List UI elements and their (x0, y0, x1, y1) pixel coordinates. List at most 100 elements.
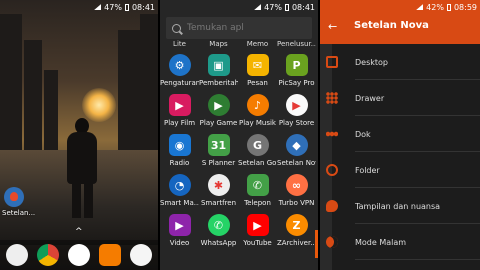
app-tile[interactable]: ▶ Play Film (160, 94, 199, 127)
partial-app-label[interactable]: Lite (160, 40, 199, 48)
app-label: Play Game (199, 119, 238, 127)
palette-icon (326, 200, 338, 212)
dock (0, 240, 158, 270)
app-label: Pengaturan (160, 79, 199, 87)
app-tile[interactable]: ♪ Play Musik (238, 94, 277, 127)
search-input[interactable]: Temukan apl (166, 17, 312, 39)
app-label: Smart Ma... (160, 199, 199, 207)
drawer-chevron-icon[interactable]: ^ (75, 227, 83, 237)
app-tile[interactable]: G Setelan Go... (238, 134, 277, 167)
app-tile[interactable]: P PicSay Pro (277, 54, 316, 87)
partial-app-label[interactable]: Penelusur... (277, 40, 316, 48)
settings-item[interactable]: Drawer (320, 80, 480, 116)
app-label: S Planner (201, 159, 236, 167)
app-label: Video (169, 239, 190, 247)
smart-manager-icon: ◔ (168, 174, 191, 196)
home-screen: 47% 08:41 Setelan... ^ (0, 0, 158, 270)
chrome-icon[interactable] (37, 244, 60, 266)
radio-icon: ◉ (168, 134, 191, 156)
app-label: Smartfren (200, 199, 237, 207)
settings-item[interactable]: Desktop (320, 44, 480, 80)
partial-app-label[interactable]: Maps (199, 40, 238, 48)
app-drawer: 47% 08:41 Temukan apl Lite Maps Memo Penelu… (160, 0, 318, 270)
zarchiver-icon: Z (285, 214, 308, 236)
search-placeholder: Temukan apl (187, 23, 244, 33)
settings-item-label: Dok (355, 129, 371, 139)
building (44, 70, 58, 155)
partial-app-label[interactable]: Memo (238, 40, 277, 48)
clock: 08:59 (453, 2, 477, 12)
battery-text: 42% (426, 2, 444, 12)
app-tile[interactable]: 31 S Planner (199, 134, 238, 167)
app-label: Pesan (247, 79, 268, 87)
app-label: Play Film (163, 119, 196, 127)
app-label: ZArchiver... (277, 239, 316, 247)
app-tile[interactable]: ◆ Setelan Nov... (277, 134, 316, 167)
app-tile[interactable]: ✆ Telepon (238, 174, 277, 207)
app-tile[interactable]: ✆ WhatsApp (199, 214, 238, 247)
signal-icon (416, 4, 424, 10)
app-label: Telepon (244, 199, 271, 207)
vpn-icon: ∞ (285, 174, 308, 196)
battery-icon (124, 3, 129, 11)
contacts-app-icon[interactable] (98, 244, 121, 266)
settings-item[interactable]: Mode Malam (320, 224, 480, 260)
play-film-icon: ▶ (168, 94, 191, 116)
app-tile[interactable]: ▶ Play Game (199, 94, 238, 127)
building (24, 40, 42, 160)
status-bar: 42% 08:59 (320, 0, 480, 14)
notification-icon: ▣ (207, 54, 230, 76)
play-game-icon: ▶ (207, 94, 230, 116)
app-label: Play Store (278, 119, 315, 127)
folder-icon (326, 164, 338, 176)
app-label: YouTube (243, 239, 272, 247)
app-tile[interactable]: ⚙ Pengaturan (160, 54, 199, 87)
youtube-icon: ▶ (246, 214, 269, 236)
play-store-dock-icon[interactable] (129, 244, 152, 266)
contacts-icon[interactable] (6, 244, 29, 266)
dock-icon (326, 128, 338, 140)
app-tile[interactable]: ∞ Turbo VPN (277, 174, 316, 207)
app-label: Radio (169, 159, 190, 167)
app-tile[interactable]: ✱ Smartfren (199, 174, 238, 207)
divider (355, 259, 480, 260)
app-grid: ⚙ Pengaturan ▣ Pemberitah S... ✉ Pesan P PicSay… (160, 54, 318, 247)
app-tile[interactable]: ▶ Play Store (277, 94, 316, 127)
building (0, 14, 22, 164)
app-tile[interactable]: Z ZArchiver... (277, 214, 316, 247)
google-settings-icon: G (246, 134, 269, 156)
play-music-icon: ♪ (246, 94, 269, 116)
app-label: Pemberitah S... (199, 79, 238, 87)
picsay-icon: P (285, 54, 308, 76)
app-label: Turbo VPN (278, 199, 315, 207)
settings-item[interactable]: Dok (320, 116, 480, 152)
signal-icon (94, 4, 102, 10)
nova-settings-shortcut[interactable]: Setelan... (2, 187, 35, 217)
app-label: Play Musik (239, 119, 276, 127)
video-icon: ▶ (168, 214, 191, 236)
settings-item[interactable]: Tampilan dan nuansa (320, 188, 480, 224)
app-label: Setelan Go... (238, 159, 277, 167)
scrollbar[interactable] (315, 230, 318, 258)
phone-icon: ✆ (246, 174, 269, 196)
signal-icon (254, 4, 262, 10)
app-tile[interactable]: ▣ Pemberitah S... (199, 54, 238, 87)
nova-settings-screen: 42% 08:59 ← Setelan Nova Desktop Drawer Do… (320, 0, 480, 270)
drawer-icon (326, 92, 338, 104)
play-store-icon: ▶ (285, 94, 308, 116)
sun (82, 88, 116, 122)
app-label: Setelan Nov... (277, 159, 316, 167)
settings-item[interactable]: Folder (320, 152, 480, 188)
clock: 08:41 (291, 2, 315, 12)
calendar-icon: 31 (207, 134, 230, 156)
settings-item-label: Tampilan dan nuansa (355, 201, 441, 211)
app-label: PicSay Pro (278, 79, 315, 87)
app-tile[interactable]: ✉ Pesan (238, 54, 277, 87)
app-tile[interactable]: ▶ YouTube (238, 214, 277, 247)
back-arrow-icon[interactable]: ← (328, 20, 337, 33)
search-icon (172, 23, 181, 33)
app-tile[interactable]: ▶ Video (160, 214, 199, 247)
google-icon[interactable] (67, 244, 90, 266)
app-tile[interactable]: ◔ Smart Ma... (160, 174, 199, 207)
app-tile[interactable]: ◉ Radio (160, 134, 199, 167)
